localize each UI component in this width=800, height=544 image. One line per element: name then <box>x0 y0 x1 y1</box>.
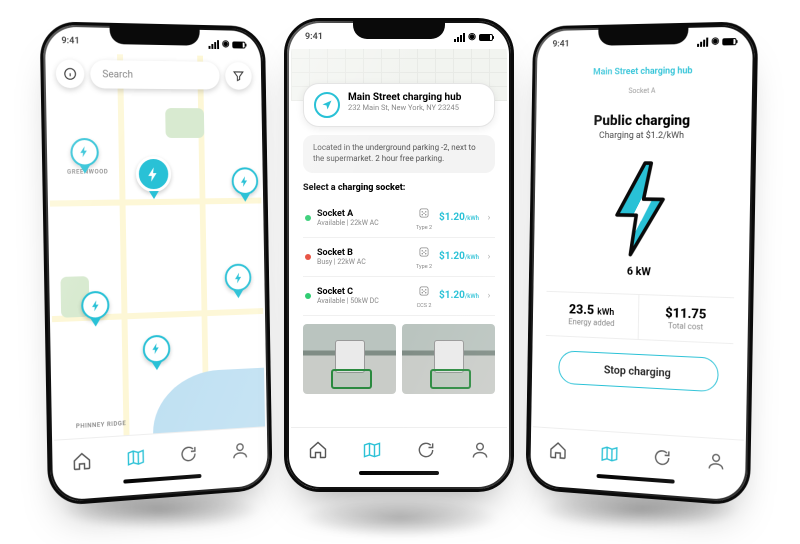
charger-pin[interactable] <box>230 167 259 205</box>
socket-name: Socket B <box>317 248 409 258</box>
hub-name: Main Street charging hub <box>348 92 461 103</box>
search-input[interactable]: Search <box>90 60 220 90</box>
nav-profile[interactable] <box>470 440 490 460</box>
home-indicator <box>291 471 507 485</box>
charging-rate: Charging at $1.2/kWh <box>549 131 737 141</box>
charger-pin[interactable] <box>224 264 253 302</box>
status-dot <box>305 254 311 260</box>
bottom-nav <box>291 427 507 471</box>
hub-photo[interactable] <box>303 324 396 394</box>
charger-pin[interactable] <box>141 334 171 373</box>
socket-row[interactable]: Socket CAvailable | 50kW DC CCS 2 $1.20/kW… <box>303 277 495 316</box>
socket-detail: Available | 22kW AC <box>317 219 409 227</box>
socket-name: Socket C <box>317 287 409 297</box>
hub-photo-row <box>303 324 495 394</box>
status-time: 9:41 <box>61 36 79 47</box>
status-time: 9:41 <box>552 39 569 49</box>
nav-refresh[interactable] <box>652 446 672 467</box>
hub-link[interactable]: Main Street charging hub <box>593 66 693 77</box>
signal-icon <box>209 39 220 48</box>
signal-icon <box>454 33 465 42</box>
socket-price: $1.20/kWh <box>439 290 479 301</box>
bolt-icon <box>547 158 736 261</box>
battery-icon <box>232 41 245 48</box>
nav-profile[interactable] <box>706 450 727 472</box>
current-power: 6 kW <box>547 262 735 281</box>
nav-map[interactable] <box>362 440 382 460</box>
nav-home[interactable] <box>72 450 93 472</box>
chevron-right-icon: › <box>485 291 493 301</box>
battery-icon <box>479 34 493 41</box>
select-socket-heading: Select a charging socket: <box>303 183 495 193</box>
phone-map: 9:41 ◉ GREENWOOD PHINNEY RIDGE <box>40 21 273 506</box>
status-time: 9:41 <box>305 32 323 42</box>
socket-label: Socket A <box>628 87 655 95</box>
nav-home[interactable] <box>548 440 567 461</box>
wifi-icon: ◉ <box>468 32 476 42</box>
info-button[interactable] <box>56 59 85 88</box>
plug-icon: CCS 2 <box>415 283 433 309</box>
hub-description: Located in the underground parking -2, n… <box>303 135 495 173</box>
charger-pin[interactable] <box>69 138 100 177</box>
socket-detail: Available | 50kW DC <box>317 297 409 305</box>
charger-pin-selected[interactable] <box>133 156 173 206</box>
socket-row[interactable]: Socket AAvailable | 22kW AC Type 2 $1.20/k… <box>303 199 495 238</box>
status-dot <box>305 293 311 299</box>
phone-notch <box>110 26 200 46</box>
chevron-right-icon: › <box>485 252 493 262</box>
phone-notch <box>598 26 688 46</box>
plug-icon: Type 2 <box>415 244 433 270</box>
filter-button[interactable] <box>225 62 252 90</box>
plug-icon: Type 2 <box>415 205 433 231</box>
phone-hub-detail: 9:41 ◉ Main Street charging hub 232 Main… <box>284 18 514 492</box>
battery-icon <box>722 38 736 45</box>
hub-header-card[interactable]: Main Street charging hub 232 Main St, Ne… <box>303 83 495 127</box>
phone-charging-session: 9:41 ◉ Main Street charging hub Socket A… <box>525 21 758 506</box>
socket-price: $1.20/kWh <box>439 212 479 223</box>
socket-name: Socket A <box>317 209 409 219</box>
nav-refresh[interactable] <box>416 440 436 460</box>
nav-map[interactable] <box>126 446 146 467</box>
wifi-icon: ◉ <box>222 39 230 49</box>
hub-photo[interactable] <box>402 324 495 394</box>
charger-pin[interactable] <box>80 291 111 331</box>
nav-map[interactable] <box>600 443 620 464</box>
hub-address: 232 Main St, New York, NY 23245 <box>348 103 461 112</box>
socket-detail: Busy | 22kW AC <box>317 258 409 266</box>
navigate-icon <box>314 92 340 118</box>
phone-notch <box>353 21 445 39</box>
status-dot <box>305 215 311 221</box>
map-view[interactable]: GREENWOOD PHINNEY RIDGE Search <box>47 53 265 440</box>
energy-value: 23.5 <box>569 302 594 318</box>
session-stats: 23.5 kWh Energy added $11.75 Total cost <box>546 291 734 344</box>
nav-refresh[interactable] <box>179 443 199 464</box>
wifi-icon: ◉ <box>711 36 719 46</box>
socket-row[interactable]: Socket BBusy | 22kW AC Type 2 $1.20/kWh › <box>303 238 495 277</box>
signal-icon <box>697 37 708 46</box>
nav-profile[interactable] <box>230 440 249 461</box>
chevron-right-icon: › <box>485 213 493 223</box>
nav-home[interactable] <box>308 440 328 460</box>
page-title: Public charging <box>549 113 737 130</box>
stop-charging-button[interactable]: Stop charging <box>558 350 719 392</box>
socket-price: $1.20/kWh <box>439 251 479 262</box>
